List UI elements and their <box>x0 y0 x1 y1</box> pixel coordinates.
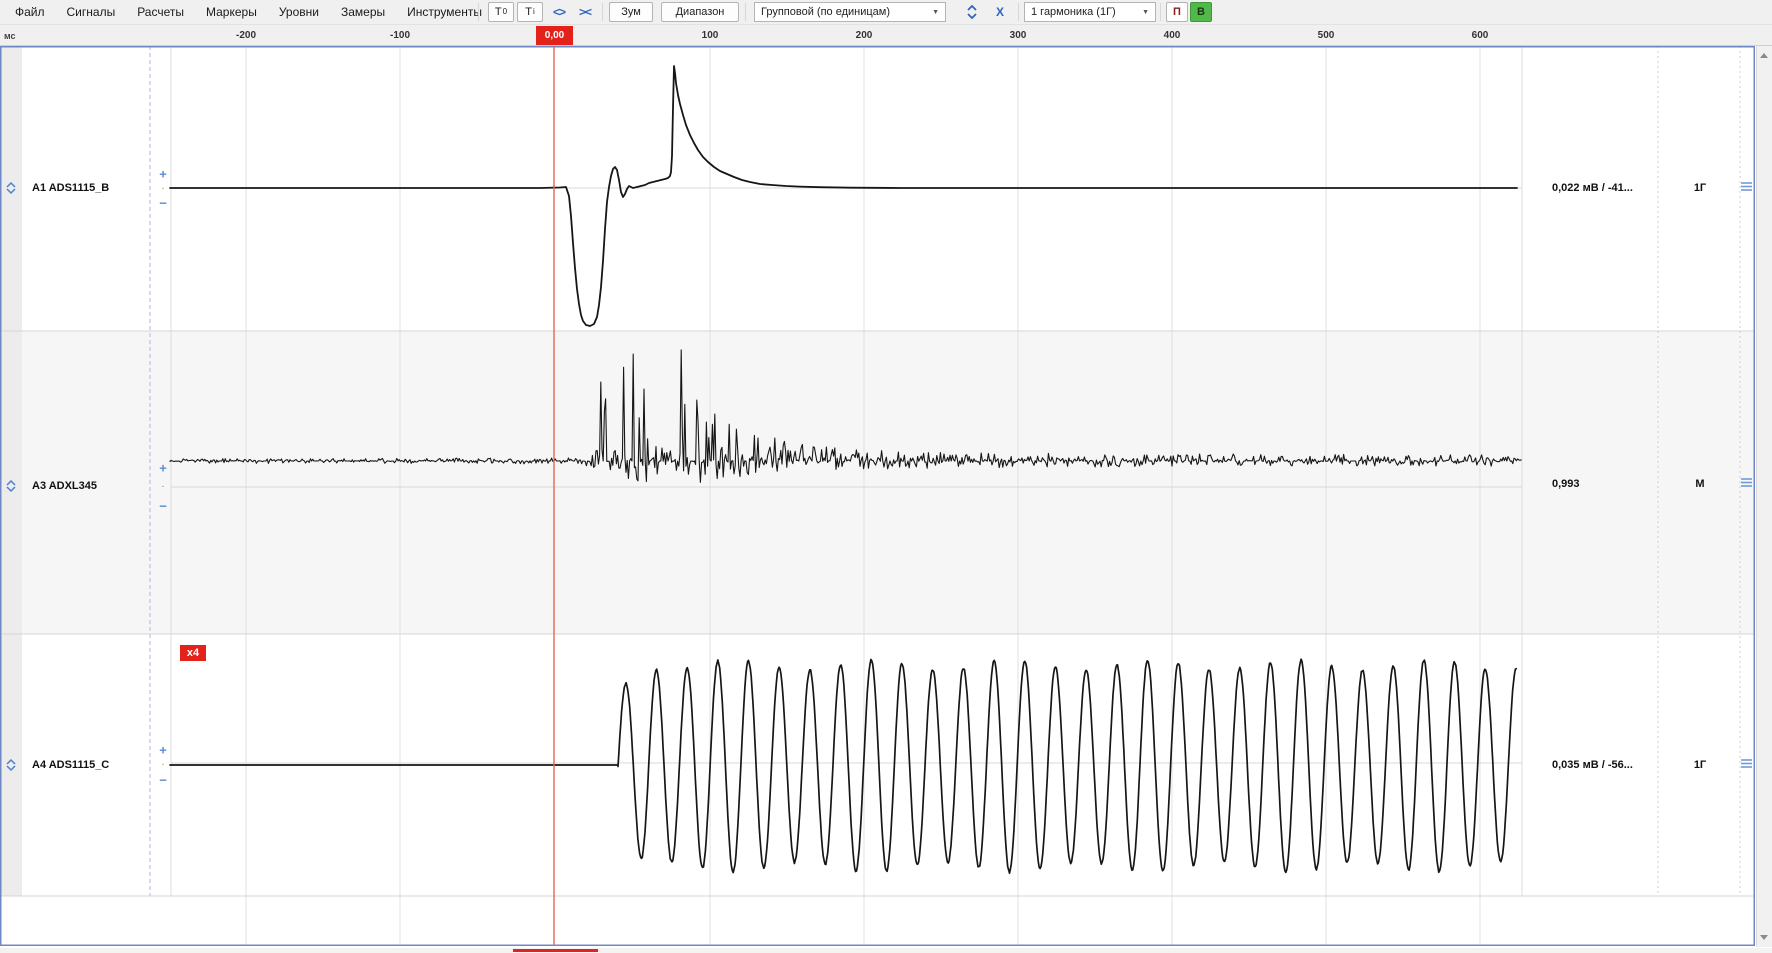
gain-dot-icon: · <box>156 482 170 493</box>
ruler-unit-label: мс <box>4 31 16 41</box>
expand-range-icon[interactable]: <> <box>547 2 571 22</box>
ruler-tick-label: 300 <box>1010 30 1027 41</box>
clear-fit-icon[interactable]: X <box>988 2 1012 22</box>
waveform-canvas[interactable] <box>0 46 1756 947</box>
channel-autoscale-icon[interactable] <box>3 757 19 773</box>
scroll-up-icon[interactable] <box>1760 53 1768 58</box>
channel-autoscale-icon[interactable] <box>3 478 19 494</box>
toolbar-divider <box>1018 3 1019 21</box>
autoscale-vertical-icon[interactable] <box>960 2 984 22</box>
collapse-range-icon[interactable]: >< <box>573 2 597 22</box>
channel-drag-handle[interactable] <box>1740 179 1753 197</box>
ruler-tick-label: 500 <box>1318 30 1335 41</box>
overview-strip[interactable] <box>0 948 1772 953</box>
group-mode-select[interactable]: Групповой (по единицам) ▼ <box>754 2 946 22</box>
menu-levels[interactable]: Уровни <box>268 5 330 19</box>
gain-minus-icon[interactable]: − <box>156 197 170 210</box>
channel-autoscale-icon[interactable] <box>3 180 19 196</box>
gain-dot-icon: · <box>156 760 170 771</box>
gain-plus-icon[interactable]: + <box>156 168 170 181</box>
menu-bar: Файл Сигналы Расчеты Маркеры Уровни Заме… <box>0 0 1772 25</box>
t0-sub: 0 <box>503 8 507 16</box>
range-button[interactable]: Диапазон <box>661 2 739 22</box>
chevron-down-icon: ▼ <box>932 9 939 16</box>
chevron-down-icon: ▼ <box>1142 9 1149 16</box>
v-mode-button-active[interactable]: В <box>1190 2 1212 22</box>
scale-multiplier-badge: x4 <box>180 645 206 661</box>
ruler-tick-label: 200 <box>856 30 873 41</box>
channel-unit: 1Г <box>1678 182 1722 194</box>
toolbar-divider <box>602 3 603 21</box>
gain-dot-icon: · <box>156 184 170 195</box>
channel-unit: М <box>1678 478 1722 490</box>
harmonic-select[interactable]: 1 гармоника (1Г) ▼ <box>1024 2 1156 22</box>
grid-decoration <box>0 331 1755 634</box>
toolbar-divider <box>1160 3 1161 21</box>
channel-label: A3 ADXL345 <box>32 480 97 492</box>
cursor-time-badge[interactable]: 0,00 <box>536 26 573 45</box>
vertical-scrollbar[interactable] <box>1756 46 1772 947</box>
timeline-ruler[interactable]: мс -200 -100 100 200 300 400 500 600 0,00 <box>0 25 1772 46</box>
channel-value: 0,022 мВ / -41... <box>1552 182 1633 194</box>
ruler-tick-label: 600 <box>1472 30 1489 41</box>
gain-minus-icon[interactable]: − <box>156 774 170 787</box>
ruler-tick-label: -200 <box>236 30 256 41</box>
t0-label: T <box>495 6 502 18</box>
grid-decoration <box>0 896 1755 946</box>
menu-signals[interactable]: Сигналы <box>56 5 127 19</box>
p-mode-button[interactable]: П <box>1166 2 1188 22</box>
ruler-tick-label: 100 <box>702 30 719 41</box>
gain-plus-icon[interactable]: + <box>156 744 170 757</box>
ti-sub: i <box>533 8 535 16</box>
toolbar-divider <box>478 3 479 21</box>
menu-file[interactable]: Файл <box>4 5 56 19</box>
gain-plus-icon[interactable]: + <box>156 462 170 475</box>
gain-minus-icon[interactable]: − <box>156 500 170 513</box>
scroll-down-icon[interactable] <box>1760 935 1768 940</box>
channel-drag-handle[interactable] <box>1740 475 1753 493</box>
channel-value: 0,993 <box>1552 478 1580 490</box>
channel-drag-handle[interactable] <box>1740 756 1753 774</box>
ruler-tick-label: 400 <box>1164 30 1181 41</box>
channel-value: 0,035 мВ / -56... <box>1552 759 1633 771</box>
menu-calculations[interactable]: Расчеты <box>126 5 195 19</box>
toolbar-divider <box>745 3 746 21</box>
ruler-tick-label: -100 <box>390 30 410 41</box>
channel-label: A4 ADS1115_C <box>32 759 109 771</box>
plot-area <box>0 46 1756 947</box>
channel-unit: 1Г <box>1678 759 1722 771</box>
menu-measurements[interactable]: Замеры <box>330 5 396 19</box>
channel-label: A1 ADS1115_B <box>32 182 109 194</box>
overview-cursor-marker[interactable] <box>513 949 598 952</box>
group-mode-value: Групповой (по единицам) <box>761 6 890 18</box>
updown-arrows-icon <box>966 4 978 20</box>
menu-markers[interactable]: Маркеры <box>195 5 268 19</box>
ti-label: T <box>525 6 532 18</box>
t0-button[interactable]: T0 <box>488 2 514 22</box>
ti-button[interactable]: Ti <box>517 2 543 22</box>
harmonic-value: 1 гармоника (1Г) <box>1031 6 1116 18</box>
zoom-button[interactable]: Зум <box>609 2 653 22</box>
